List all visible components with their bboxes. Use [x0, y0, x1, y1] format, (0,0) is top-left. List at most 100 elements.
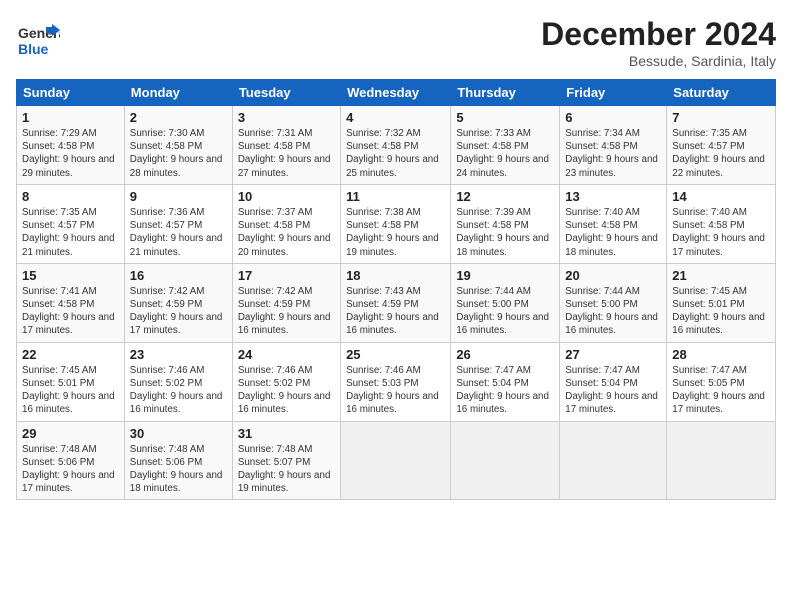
day-info: Sunrise: 7:38 AMSunset: 4:58 PMDaylight:… — [346, 207, 439, 258]
calendar-cell: 11 Sunrise: 7:38 AMSunset: 4:58 PMDaylig… — [341, 184, 451, 263]
day-info: Sunrise: 7:45 AMSunset: 5:01 PMDaylight:… — [22, 365, 115, 416]
calendar-cell: 24 Sunrise: 7:46 AMSunset: 5:02 PMDaylig… — [232, 342, 340, 421]
day-number: 31 — [238, 426, 335, 441]
day-info: Sunrise: 7:33 AMSunset: 4:58 PMDaylight:… — [456, 128, 549, 179]
day-number: 22 — [22, 347, 119, 362]
calendar-cell: 17 Sunrise: 7:42 AMSunset: 4:59 PMDaylig… — [232, 263, 340, 342]
day-number: 10 — [238, 189, 335, 204]
day-info: Sunrise: 7:29 AMSunset: 4:58 PMDaylight:… — [22, 128, 115, 179]
month-title: December 2024 — [541, 16, 776, 53]
day-number: 25 — [346, 347, 445, 362]
day-info: Sunrise: 7:47 AMSunset: 5:05 PMDaylight:… — [672, 365, 765, 416]
day-number: 13 — [565, 189, 661, 204]
day-number: 24 — [238, 347, 335, 362]
day-info: Sunrise: 7:35 AMSunset: 4:57 PMDaylight:… — [672, 128, 765, 179]
calendar-week-row: 22 Sunrise: 7:45 AMSunset: 5:01 PMDaylig… — [17, 342, 776, 421]
day-info: Sunrise: 7:35 AMSunset: 4:57 PMDaylight:… — [22, 207, 115, 258]
calendar-cell: 12 Sunrise: 7:39 AMSunset: 4:58 PMDaylig… — [451, 184, 560, 263]
day-info: Sunrise: 7:40 AMSunset: 4:58 PMDaylight:… — [672, 207, 765, 258]
day-number: 19 — [456, 268, 554, 283]
calendar-cell: 13 Sunrise: 7:40 AMSunset: 4:58 PMDaylig… — [560, 184, 667, 263]
day-number: 1 — [22, 110, 119, 125]
location: Bessude, Sardinia, Italy — [541, 53, 776, 69]
day-number: 20 — [565, 268, 661, 283]
calendar-cell: 7 Sunrise: 7:35 AMSunset: 4:57 PMDayligh… — [667, 106, 776, 185]
day-info: Sunrise: 7:46 AMSunset: 5:03 PMDaylight:… — [346, 365, 439, 416]
calendar-cell: 22 Sunrise: 7:45 AMSunset: 5:01 PMDaylig… — [17, 342, 125, 421]
day-info: Sunrise: 7:47 AMSunset: 5:04 PMDaylight:… — [565, 365, 658, 416]
day-number: 26 — [456, 347, 554, 362]
day-number: 28 — [672, 347, 770, 362]
day-number: 7 — [672, 110, 770, 125]
day-number: 2 — [130, 110, 227, 125]
day-number: 29 — [22, 426, 119, 441]
day-number: 5 — [456, 110, 554, 125]
day-number: 17 — [238, 268, 335, 283]
calendar-cell: 8 Sunrise: 7:35 AMSunset: 4:57 PMDayligh… — [17, 184, 125, 263]
calendar-cell — [667, 421, 776, 500]
header-tuesday: Tuesday — [232, 80, 340, 106]
header-monday: Monday — [124, 80, 232, 106]
day-number: 9 — [130, 189, 227, 204]
calendar-week-row: 8 Sunrise: 7:35 AMSunset: 4:57 PMDayligh… — [17, 184, 776, 263]
day-info: Sunrise: 7:44 AMSunset: 5:00 PMDaylight:… — [565, 286, 658, 337]
calendar-cell — [451, 421, 560, 500]
logo-icon: General Blue — [16, 16, 60, 65]
calendar-cell: 9 Sunrise: 7:36 AMSunset: 4:57 PMDayligh… — [124, 184, 232, 263]
calendar-cell: 25 Sunrise: 7:46 AMSunset: 5:03 PMDaylig… — [341, 342, 451, 421]
day-info: Sunrise: 7:40 AMSunset: 4:58 PMDaylight:… — [565, 207, 658, 258]
calendar-cell: 29 Sunrise: 7:48 AMSunset: 5:06 PMDaylig… — [17, 421, 125, 500]
calendar-week-row: 1 Sunrise: 7:29 AMSunset: 4:58 PMDayligh… — [17, 106, 776, 185]
day-info: Sunrise: 7:43 AMSunset: 4:59 PMDaylight:… — [346, 286, 439, 337]
page-header: General Blue December 2024 Bessude, Sard… — [16, 16, 776, 69]
header-friday: Friday — [560, 80, 667, 106]
title-block: December 2024 Bessude, Sardinia, Italy — [541, 16, 776, 69]
day-number: 15 — [22, 268, 119, 283]
calendar-cell: 19 Sunrise: 7:44 AMSunset: 5:00 PMDaylig… — [451, 263, 560, 342]
day-info: Sunrise: 7:48 AMSunset: 5:06 PMDaylight:… — [22, 444, 115, 495]
day-info: Sunrise: 7:46 AMSunset: 5:02 PMDaylight:… — [238, 365, 331, 416]
day-info: Sunrise: 7:44 AMSunset: 5:00 PMDaylight:… — [456, 286, 549, 337]
day-info: Sunrise: 7:41 AMSunset: 4:58 PMDaylight:… — [22, 286, 115, 337]
calendar-cell: 23 Sunrise: 7:46 AMSunset: 5:02 PMDaylig… — [124, 342, 232, 421]
calendar-cell: 26 Sunrise: 7:47 AMSunset: 5:04 PMDaylig… — [451, 342, 560, 421]
calendar-cell: 15 Sunrise: 7:41 AMSunset: 4:58 PMDaylig… — [17, 263, 125, 342]
day-info: Sunrise: 7:48 AMSunset: 5:06 PMDaylight:… — [130, 444, 223, 495]
day-info: Sunrise: 7:30 AMSunset: 4:58 PMDaylight:… — [130, 128, 223, 179]
header-sunday: Sunday — [17, 80, 125, 106]
day-number: 16 — [130, 268, 227, 283]
day-number: 30 — [130, 426, 227, 441]
day-info: Sunrise: 7:31 AMSunset: 4:58 PMDaylight:… — [238, 128, 331, 179]
day-info: Sunrise: 7:37 AMSunset: 4:58 PMDaylight:… — [238, 207, 331, 258]
calendar-cell: 21 Sunrise: 7:45 AMSunset: 5:01 PMDaylig… — [667, 263, 776, 342]
calendar-cell: 2 Sunrise: 7:30 AMSunset: 4:58 PMDayligh… — [124, 106, 232, 185]
day-info: Sunrise: 7:48 AMSunset: 5:07 PMDaylight:… — [238, 444, 331, 495]
calendar-cell: 14 Sunrise: 7:40 AMSunset: 4:58 PMDaylig… — [667, 184, 776, 263]
day-number: 11 — [346, 189, 445, 204]
day-info: Sunrise: 7:39 AMSunset: 4:58 PMDaylight:… — [456, 207, 549, 258]
day-number: 14 — [672, 189, 770, 204]
day-info: Sunrise: 7:32 AMSunset: 4:58 PMDaylight:… — [346, 128, 439, 179]
day-info: Sunrise: 7:47 AMSunset: 5:04 PMDaylight:… — [456, 365, 549, 416]
calendar-cell: 18 Sunrise: 7:43 AMSunset: 4:59 PMDaylig… — [341, 263, 451, 342]
header-wednesday: Wednesday — [341, 80, 451, 106]
calendar-week-row: 15 Sunrise: 7:41 AMSunset: 4:58 PMDaylig… — [17, 263, 776, 342]
days-header-row: Sunday Monday Tuesday Wednesday Thursday… — [17, 80, 776, 106]
calendar-cell — [341, 421, 451, 500]
calendar-cell: 3 Sunrise: 7:31 AMSunset: 4:58 PMDayligh… — [232, 106, 340, 185]
day-number: 4 — [346, 110, 445, 125]
logo: General Blue — [16, 16, 60, 65]
day-number: 21 — [672, 268, 770, 283]
calendar-cell: 30 Sunrise: 7:48 AMSunset: 5:06 PMDaylig… — [124, 421, 232, 500]
day-info: Sunrise: 7:45 AMSunset: 5:01 PMDaylight:… — [672, 286, 765, 337]
calendar-cell: 28 Sunrise: 7:47 AMSunset: 5:05 PMDaylig… — [667, 342, 776, 421]
calendar-cell: 16 Sunrise: 7:42 AMSunset: 4:59 PMDaylig… — [124, 263, 232, 342]
day-info: Sunrise: 7:42 AMSunset: 4:59 PMDaylight:… — [130, 286, 223, 337]
calendar-cell: 5 Sunrise: 7:33 AMSunset: 4:58 PMDayligh… — [451, 106, 560, 185]
calendar-cell: 4 Sunrise: 7:32 AMSunset: 4:58 PMDayligh… — [341, 106, 451, 185]
day-number: 27 — [565, 347, 661, 362]
calendar-cell: 31 Sunrise: 7:48 AMSunset: 5:07 PMDaylig… — [232, 421, 340, 500]
calendar-cell: 20 Sunrise: 7:44 AMSunset: 5:00 PMDaylig… — [560, 263, 667, 342]
calendar-body: 1 Sunrise: 7:29 AMSunset: 4:58 PMDayligh… — [17, 106, 776, 500]
day-number: 12 — [456, 189, 554, 204]
